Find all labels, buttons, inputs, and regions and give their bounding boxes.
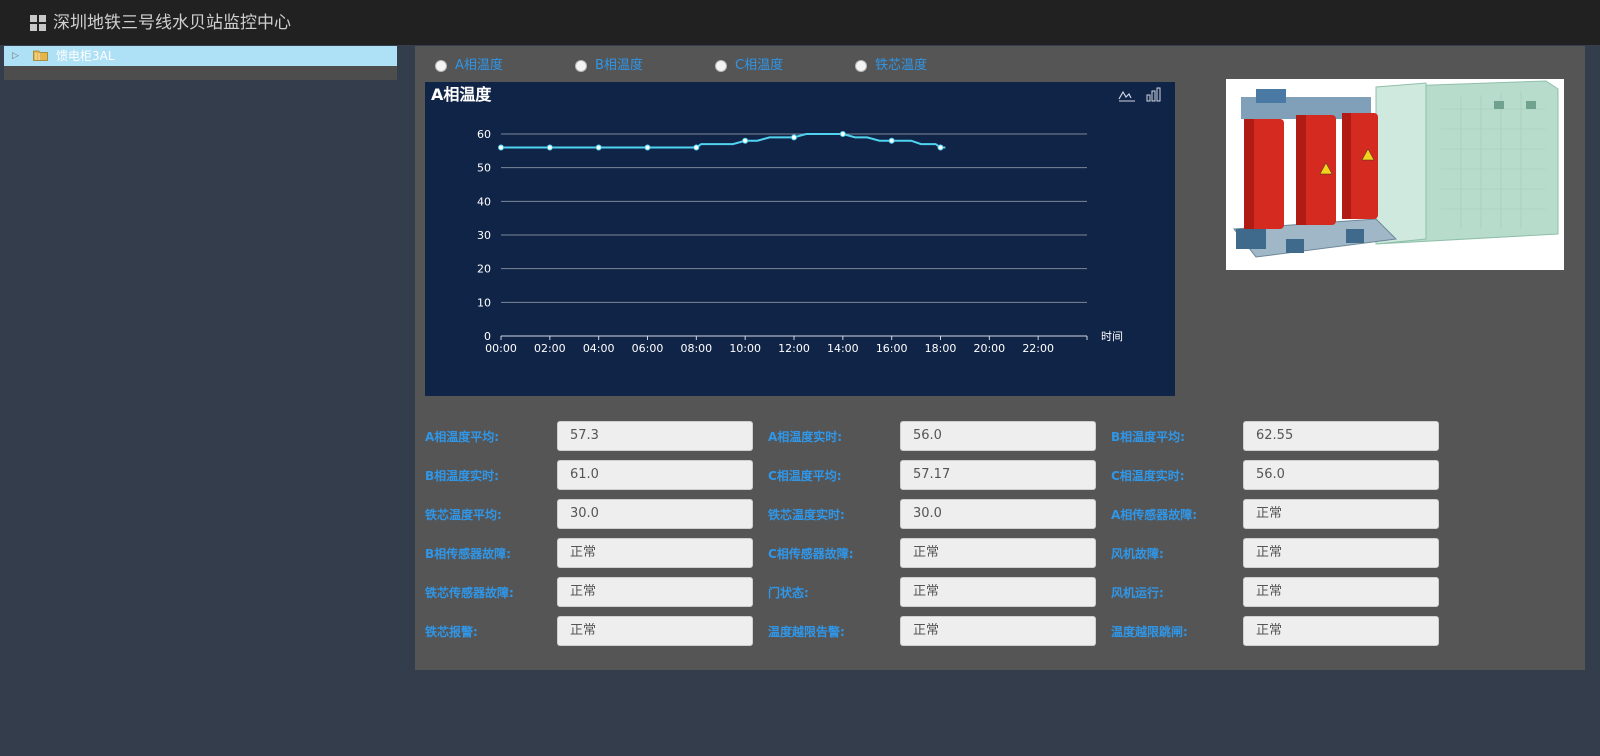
y-tick-label: 60	[477, 128, 491, 141]
radio-circle[interactable]	[715, 60, 727, 72]
line-chart-icon[interactable]	[1118, 86, 1136, 104]
field-label: 铁芯温度平均:	[425, 508, 502, 522]
field-value-input[interactable]: 56.0	[900, 421, 1096, 451]
radio-label[interactable]: 铁芯温度	[875, 58, 927, 74]
field-label: 风机故障:	[1111, 547, 1164, 561]
field-label: 铁芯报警:	[425, 625, 478, 639]
series-line	[501, 133, 946, 149]
field-label: 门状态:	[768, 586, 809, 600]
x-tick-label: 06:00	[632, 342, 664, 355]
field-label: 风机运行:	[1111, 586, 1164, 600]
y-tick-label: 30	[477, 229, 491, 242]
field-label: C相温度平均:	[768, 469, 842, 483]
x-tick-label: 04:00	[583, 342, 615, 355]
radio-circle[interactable]	[575, 60, 587, 72]
radio-circle[interactable]	[435, 60, 447, 72]
grid-icon	[30, 15, 46, 31]
x-tick-label: 22:00	[1022, 342, 1054, 355]
top-bar: 深圳地铁三号线水贝站监控中心	[0, 0, 1600, 45]
y-tick-label: 50	[477, 162, 491, 175]
chart-canvas: 010203040506000:00 02:00 04:00 06:00 08:00 10…	[477, 128, 1123, 355]
field-label: 铁芯温度实时:	[768, 508, 845, 522]
device-tree-panel: ▷ 馈电柜3AL	[4, 46, 397, 80]
bar-chart-icon[interactable]	[1145, 86, 1163, 104]
y-tick-label: 10	[477, 296, 491, 309]
data-point	[791, 134, 797, 141]
x-tick-label: 20:00	[973, 342, 1005, 355]
transformer-photo	[1226, 79, 1564, 270]
field-label: A相温度实时:	[768, 430, 843, 444]
field-value-input[interactable]: 正常	[557, 616, 753, 646]
field-label: 温度越限告警:	[768, 625, 845, 639]
x-tick-label: 00:00	[485, 342, 517, 355]
field-value-input[interactable]: 正常	[1243, 577, 1439, 607]
main-panel: A相温度 B相温度 C相温度 铁芯温度 0 10 20 30 40 50 60 00:00 02…	[415, 46, 1585, 670]
field-label: B相温度平均:	[1111, 430, 1185, 444]
field-value-input[interactable]: 正常	[900, 616, 1096, 646]
field-value-input[interactable]: 30.0	[900, 499, 1096, 529]
chart-title: A相温度	[431, 85, 492, 104]
radio-label[interactable]: B相温度	[595, 58, 643, 74]
x-tick-label: 08:00	[680, 342, 712, 355]
tree-item-feeder-cabinet[interactable]: ▷ 馈电柜3AL	[4, 46, 397, 66]
field-label: A相传感器故障:	[1111, 508, 1198, 522]
field-label: B相传感器故障:	[425, 547, 511, 561]
field-value-input[interactable]: 正常	[1243, 616, 1439, 646]
field-label: C相温度实时:	[1111, 469, 1185, 483]
radio-circle[interactable]	[855, 60, 867, 72]
transformer-icon	[1226, 79, 1564, 270]
x-tick-label: 18:00	[925, 342, 957, 355]
field-value-input[interactable]: 57.3	[557, 421, 753, 451]
field-value-input[interactable]: 57.17	[900, 460, 1096, 490]
y-tick-label: 40	[477, 195, 491, 208]
field-value-input[interactable]: 30.0	[557, 499, 753, 529]
data-point	[742, 137, 749, 144]
field-label: B相温度实时:	[425, 469, 499, 483]
field-label: 铁芯传感器故障:	[425, 586, 514, 600]
x-tick-label: 14:00	[827, 342, 859, 355]
folder-icon	[33, 50, 48, 61]
data-point	[839, 131, 846, 137]
field-value-input[interactable]: 61.0	[557, 460, 753, 490]
data-point	[595, 144, 602, 151]
y-tick-label: 20	[477, 263, 491, 276]
data-point	[888, 137, 895, 144]
temperature-chart: 0 10 20 30 40 50 60 00:00 02:00 04:00 06:00 08:00 10…	[425, 82, 1175, 396]
data-point	[937, 144, 944, 151]
data-point	[693, 144, 700, 151]
data-point	[546, 144, 553, 151]
field-label: A相温度平均:	[425, 430, 500, 444]
field-label: 温度越限跳闸:	[1111, 625, 1188, 639]
x-tick-label: 12:00	[778, 342, 810, 355]
app-title: 深圳地铁三号线水贝站监控中心	[53, 13, 291, 33]
x-tick-label: 16:00	[876, 342, 908, 355]
field-label: C相传感器故障:	[768, 547, 854, 561]
radio-label[interactable]: C相温度	[735, 58, 783, 74]
tree-item-label: 馈电柜3AL	[56, 49, 115, 63]
x-tick-label: 02:00	[534, 342, 566, 355]
field-value-input[interactable]: 正常	[1243, 538, 1439, 568]
field-value-input[interactable]: 正常	[900, 538, 1096, 568]
data-point	[498, 144, 504, 151]
radio-label[interactable]: A相温度	[455, 58, 503, 74]
x-axis-label: 时间	[1101, 330, 1123, 343]
triangle-right-icon[interactable]: ▷	[12, 49, 19, 63]
field-value-input[interactable]: 正常	[900, 577, 1096, 607]
x-tick-label: 10:00	[729, 342, 761, 355]
field-value-input[interactable]: 正常	[557, 577, 753, 607]
field-value-input[interactable]: 正常	[557, 538, 753, 568]
field-value-input[interactable]: 56.0	[1243, 460, 1439, 490]
field-value-input[interactable]: 62.55	[1243, 421, 1439, 451]
data-point	[644, 144, 651, 151]
field-value-input[interactable]: 正常	[1243, 499, 1439, 529]
